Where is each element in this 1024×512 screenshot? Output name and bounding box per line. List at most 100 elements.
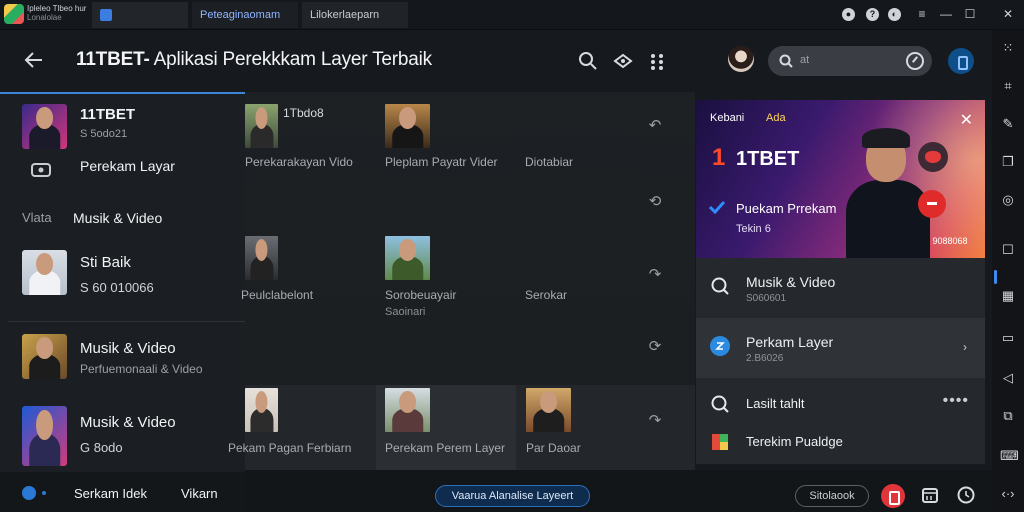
drawer-footer-item[interactable]: Vikarn bbox=[181, 486, 218, 501]
record-mode-icon[interactable] bbox=[948, 48, 974, 74]
share-icon[interactable]: ↷ bbox=[644, 412, 666, 430]
cast-icon[interactable] bbox=[612, 50, 634, 72]
drawer-item-sub: S 5odo21 bbox=[80, 128, 128, 140]
secondary-button[interactable]: Sitolaook bbox=[795, 485, 869, 507]
panel-row-perekam[interactable]: Perkam Layer 2.B6026 › bbox=[696, 318, 985, 378]
panel-row-music[interactable]: Musik & Video S060601 bbox=[696, 258, 985, 318]
keyboard-icon[interactable]: ⌨ bbox=[1000, 448, 1019, 464]
search-input[interactable]: at bbox=[768, 46, 932, 76]
video-title[interactable]: Par Daoar bbox=[526, 441, 581, 455]
panel-row-lasilt[interactable]: Lasilt tahlt •••• bbox=[696, 384, 985, 424]
app-name: Ipleleo Tlbeo hur Lonalolae bbox=[27, 4, 93, 22]
minimize-button[interactable]: — bbox=[938, 6, 954, 22]
share-icon[interactable]: ↷ bbox=[644, 266, 666, 284]
palette-icon[interactable]: ◎ bbox=[1000, 192, 1016, 208]
heart-icon[interactable] bbox=[918, 142, 948, 172]
tab-0[interactable]: Peteaginaomam bbox=[192, 2, 298, 28]
more-options-icon[interactable] bbox=[646, 50, 668, 72]
video-title[interactable]: Peulclabelont bbox=[241, 288, 313, 302]
video-title[interactable]: Sorobeuayair bbox=[385, 288, 456, 302]
drawer-item-musik-1[interactable]: Musik & Video Perfuemonaali & Video bbox=[0, 334, 245, 394]
drawer-footer: Serkam Idek Vikarn bbox=[0, 472, 245, 512]
drawer-item-sub: G 8odo bbox=[80, 440, 123, 455]
video-tag: 1Tbdo8 bbox=[283, 106, 324, 120]
drawer-item-perekam[interactable]: Perekam Layar bbox=[0, 152, 245, 186]
drawer-thumbnail bbox=[22, 406, 67, 466]
tab-1[interactable]: Lilokerlaeparn bbox=[302, 2, 408, 28]
video-thumbnail[interactable] bbox=[245, 236, 278, 280]
drawer-item-title: Sti Baik bbox=[80, 254, 131, 271]
video-thumbnail[interactable] bbox=[385, 104, 430, 148]
search-icon[interactable] bbox=[577, 50, 599, 72]
video-title[interactable]: Serokar bbox=[525, 288, 567, 302]
user-avatar[interactable] bbox=[728, 46, 754, 72]
drawer-item-title: Musik & Video bbox=[80, 340, 176, 357]
help-icon[interactable]: ? bbox=[866, 8, 879, 21]
clock-icon[interactable] bbox=[957, 486, 975, 504]
drawer-section-music[interactable]: Vlata Musik & Video bbox=[0, 206, 245, 232]
video-title[interactable]: Pleplam Payatr Vider bbox=[385, 155, 498, 169]
video-thumbnail[interactable] bbox=[245, 388, 278, 432]
drawer-item-title: 11TBET bbox=[80, 106, 136, 123]
right-toolbar: ⁙ ⌗ ✎ ❐ ◎ ☐ ▦ ▭ ◁ ⧉ ⌨ ‹·› bbox=[992, 30, 1024, 512]
video-title[interactable]: Diotabiar bbox=[525, 155, 573, 169]
title-bar: Ipleleo Tlbeo hur Lonalolae Peteaginaoma… bbox=[0, 0, 1024, 30]
app-name-line2: Lonalolae bbox=[27, 13, 62, 22]
more-horizontal-icon[interactable]: •••• bbox=[943, 392, 969, 410]
layout-icon[interactable]: ▦ bbox=[1000, 288, 1016, 304]
share-icon[interactable]: ↶ bbox=[644, 117, 666, 135]
tab-home[interactable] bbox=[92, 2, 188, 28]
active-indicator bbox=[994, 270, 997, 284]
video-thumbnail[interactable] bbox=[385, 236, 430, 280]
video-thumbnail[interactable] bbox=[245, 104, 278, 148]
drawer-item-sti-baik[interactable]: Sti Baik S 60 010066 bbox=[0, 250, 245, 310]
maximize-button[interactable]: ☐ bbox=[962, 6, 978, 22]
drawer-item-title: Musik & Video bbox=[80, 414, 176, 431]
search-clear-icon[interactable] bbox=[906, 52, 924, 70]
panel-row-title: Lasilt tahlt bbox=[746, 396, 805, 411]
panel-row-terekim[interactable]: Terekim Pualdge bbox=[696, 422, 985, 462]
record-button[interactable] bbox=[918, 190, 946, 218]
back-icon[interactable]: ◁ bbox=[1000, 370, 1016, 386]
record-icon[interactable] bbox=[881, 484, 905, 508]
screenshot-icon[interactable]: ⌗ bbox=[1000, 78, 1016, 94]
panel-row-sub: S060601 bbox=[746, 293, 787, 304]
banner-close-icon[interactable]: ✕ bbox=[960, 110, 973, 130]
calendar-icon[interactable] bbox=[921, 486, 939, 504]
drawer-item-sub: Perfuemonaali & Video bbox=[80, 362, 203, 376]
mirror-icon[interactable]: ⧉ bbox=[1000, 408, 1016, 424]
loop-icon[interactable]: ⟲ bbox=[644, 193, 666, 211]
brush-icon[interactable]: ✎ bbox=[1000, 116, 1016, 132]
drawer-item-musik-2[interactable]: Musik & Video G 8odo bbox=[0, 406, 245, 468]
video-title[interactable]: Perekarakayan Vido bbox=[245, 155, 353, 169]
recorder-icon bbox=[710, 336, 730, 356]
page-title: 11TBET- Aplikasi Perekkkam Layer Terbaik bbox=[76, 49, 432, 71]
loop-icon[interactable]: ⟳ bbox=[644, 338, 666, 356]
grid-row-highlight bbox=[245, 385, 695, 470]
back-arrow-icon[interactable] bbox=[22, 48, 46, 72]
grid-icon[interactable]: ⁙ bbox=[1000, 40, 1016, 56]
panel-row-title: Musik & Video bbox=[746, 274, 836, 290]
more-icon[interactable]: ‹·› bbox=[1000, 486, 1016, 502]
video-title[interactable]: Perekam Perem Layer bbox=[385, 441, 505, 455]
menu-icon[interactable]: ≡ bbox=[914, 6, 930, 22]
close-button[interactable]: ✕ bbox=[1000, 6, 1016, 22]
banner-kicker-accent: Ada bbox=[766, 112, 786, 124]
page-title-brand: 11TBET- bbox=[76, 49, 150, 70]
bottom-bar: Vaarua Alanalise Layeert Sitolaook bbox=[245, 470, 992, 512]
panel-icon[interactable]: ▭ bbox=[1000, 330, 1016, 346]
video-title[interactable]: Pekam Pagan Ferbiarn bbox=[228, 441, 351, 455]
video-thumbnail[interactable] bbox=[526, 388, 571, 432]
video-thumbnail[interactable] bbox=[385, 388, 430, 432]
promo-banner[interactable]: Kebani Ada ✕ 1 1TBET Puekam Prrekam Teki… bbox=[696, 100, 985, 258]
record-status-icon[interactable] bbox=[22, 486, 36, 500]
location-icon[interactable]: ● bbox=[842, 8, 855, 21]
drawer-footer-item[interactable]: Serkam Idek bbox=[74, 486, 147, 501]
banner-brand: 1TBET bbox=[736, 148, 800, 170]
analysis-button[interactable]: Vaarua Alanalise Layeert bbox=[435, 485, 590, 507]
square-icon[interactable]: ☐ bbox=[1000, 242, 1016, 258]
copy-icon[interactable]: ❐ bbox=[1000, 154, 1016, 170]
settings-icon[interactable]: ◐ bbox=[888, 8, 901, 21]
banner-headline: Puekam Prrekam bbox=[736, 201, 837, 216]
search-value: at bbox=[800, 54, 810, 66]
